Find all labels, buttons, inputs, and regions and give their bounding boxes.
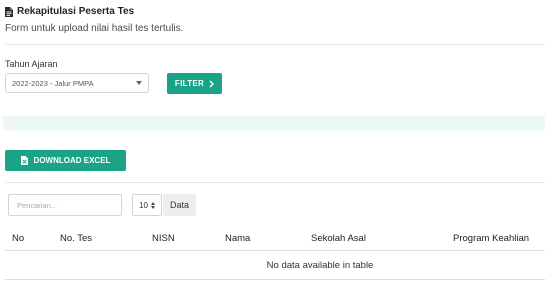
table-header-border (5, 250, 545, 251)
info-band (3, 116, 545, 131)
page-length-select[interactable]: 10 (132, 194, 162, 216)
tahun-ajaran-label: Tahun Ajaran (5, 59, 58, 69)
tahun-ajaran-selected-value: 2022-2023 - Jalur PMPA (12, 78, 94, 88)
divider (5, 44, 545, 45)
page-length-suffix: Data (163, 194, 196, 216)
title-row: Rekapitulasi Peserta Tes (5, 6, 545, 17)
column-header-nisn[interactable]: NISN (152, 233, 175, 244)
file-icon (5, 6, 13, 17)
column-header-sekolah-asal[interactable]: Sekolah Asal (311, 233, 366, 244)
download-excel-button[interactable]: DOWNLOAD EXCEL (5, 150, 126, 171)
search-input[interactable] (8, 194, 122, 216)
sort-arrows-icon (150, 201, 155, 209)
chevron-down-icon (136, 81, 142, 85)
excel-file-icon (20, 156, 28, 165)
divider (5, 182, 545, 183)
tahun-ajaran-select[interactable]: 2022-2023 - Jalur PMPA (5, 73, 149, 93)
page-header: Rekapitulasi Peserta Tes Form untuk uplo… (5, 6, 545, 34)
download-excel-label: DOWNLOAD EXCEL (33, 156, 111, 165)
page-title: Rekapitulasi Peserta Tes (17, 6, 135, 17)
column-header-program-keahlian[interactable]: Program Keahlian (453, 233, 529, 244)
filter-button-label: FILTER (174, 79, 205, 88)
column-header-no-tes[interactable]: No. Tes (60, 233, 92, 244)
column-header-nama[interactable]: Nama (225, 233, 250, 244)
chevron-right-icon (209, 80, 215, 87)
page-length-value: 10 (139, 200, 148, 210)
table-bottom-border (5, 279, 545, 280)
page-subtitle: Form untuk upload nilai hasil tes tertul… (5, 23, 184, 34)
column-header-no[interactable]: No (12, 233, 24, 244)
empty-table-message: No data available in table (266, 260, 374, 271)
filter-button[interactable]: FILTER (167, 73, 222, 94)
